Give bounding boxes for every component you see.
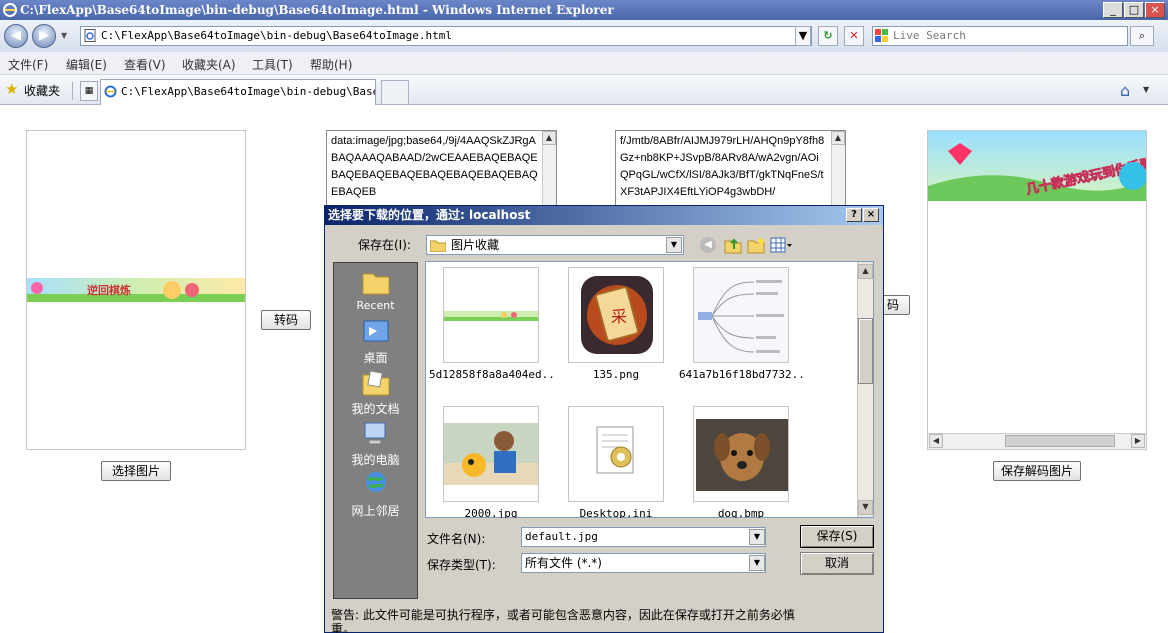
scroll-image: 采: [581, 276, 653, 354]
ie-logo-icon: [3, 3, 17, 17]
security-warning-text: 警告: 此文件可能是可执行程序，或者可能包含恶意内容，因此在保存或打开之前务必慎…: [331, 608, 795, 633]
menu-help[interactable]: 帮助(H): [310, 56, 352, 73]
dropdown-arrow-icon[interactable]: ▼: [666, 237, 682, 253]
settings-file-icon: [596, 426, 634, 474]
stop-icon[interactable]: ✕: [844, 26, 864, 46]
file-thumbnail[interactable]: [443, 406, 539, 502]
menu-bar: [0, 52, 1168, 75]
minimize-button[interactable]: _: [1103, 2, 1123, 18]
select-image-button[interactable]: 选择图片: [101, 461, 171, 481]
address-dropdown-icon[interactable]: ▼: [795, 26, 811, 46]
recent-folder-icon[interactable]: [361, 268, 391, 296]
home-icon[interactable]: ⌂: [1120, 81, 1130, 100]
file-name[interactable]: dog.bmp: [679, 507, 803, 518]
file-name[interactable]: 5d12858f8a8a404ed...: [429, 368, 553, 381]
refresh-icon[interactable]: ↻: [818, 26, 838, 46]
forward-button[interactable]: ▶: [32, 24, 56, 48]
address-field[interactable]: C:\FlexApp\Base64toImage\bin-debug\Base6…: [80, 26, 812, 46]
places-network[interactable]: 网上邻居: [333, 502, 418, 519]
home-dropdown-icon[interactable]: ▼: [1143, 85, 1149, 94]
places-desktop[interactable]: 桌面: [333, 349, 418, 366]
scroll-right-icon[interactable]: ▶: [1131, 434, 1145, 448]
places-my-documents[interactable]: 我的文档: [333, 400, 418, 417]
save-in-label: 保存在(I):: [358, 238, 411, 252]
file-name[interactable]: 2000.jpg: [429, 507, 553, 518]
dialog-close-button[interactable]: ×: [863, 208, 879, 222]
file-name[interactable]: 135.png: [554, 368, 678, 381]
divider: [72, 82, 73, 100]
new-folder-icon[interactable]: [747, 236, 765, 254]
close-window-button[interactable]: ×: [1145, 2, 1165, 18]
scroll-thumb[interactable]: [1005, 435, 1115, 447]
view-menu-icon[interactable]: [770, 237, 792, 253]
back-button[interactable]: ◀: [4, 24, 28, 48]
dialog-save-button[interactable]: 保存(S): [800, 525, 874, 548]
up-folder-icon[interactable]: [724, 236, 742, 254]
menu-favorites[interactable]: 收藏夹(A): [182, 56, 236, 73]
scroll-up-icon[interactable]: ▲: [858, 264, 873, 279]
windows-logo-icon: [875, 29, 888, 42]
search-icon[interactable]: ⌕: [1130, 26, 1154, 46]
decoded-banner-image: 几十款游戏玩到你手酸: [928, 131, 1146, 201]
window-title: C:\FlexApp\Base64toImage\bin-debug\Base6…: [0, 0, 1168, 20]
kid-image: [444, 407, 538, 501]
scroll-down-icon[interactable]: ▼: [858, 500, 873, 515]
new-tab-button[interactable]: [381, 80, 409, 104]
scroll-up-icon[interactable]: ▲: [831, 131, 845, 145]
file-thumbnail[interactable]: 采: [568, 267, 664, 363]
tab-active[interactable]: C:\FlexApp\Base64toImage\bin-debug\Base6…: [100, 79, 376, 105]
menu-edit[interactable]: 编辑(E): [66, 56, 107, 73]
dialog-title: 选择要下载的位置，通过: localhost: [325, 206, 883, 225]
scroll-up-icon[interactable]: ▲: [542, 131, 556, 145]
filetype-select[interactable]: 所有文件 (*.*): [521, 553, 766, 573]
my-computer-icon[interactable]: [361, 420, 391, 448]
dropdown-arrow-icon[interactable]: ▼: [749, 529, 765, 545]
encode-button[interactable]: 转码: [261, 310, 311, 330]
file-list-scroll-thumb[interactable]: [858, 318, 873, 384]
file-thumbnail[interactable]: [693, 406, 789, 502]
help-button[interactable]: ?: [846, 208, 862, 222]
back-nav-icon[interactable]: ◀: [700, 237, 716, 253]
svg-text:采: 采: [611, 307, 627, 326]
favorites-star-icon[interactable]: ★: [5, 82, 18, 97]
places-recent[interactable]: Recent: [333, 299, 418, 312]
save-decoded-image-button[interactable]: 保存解码图片: [993, 461, 1081, 481]
search-input[interactable]: Live Search: [872, 26, 1128, 46]
dropdown-arrow-icon[interactable]: ▼: [749, 555, 765, 571]
filetype-label: 保存类型(T):: [427, 558, 496, 572]
menu-tools[interactable]: 工具(T): [252, 56, 293, 73]
places-my-computer[interactable]: 我的电脑: [333, 451, 418, 468]
file-thumbnail[interactable]: [693, 267, 789, 363]
maximize-button[interactable]: □: [1124, 2, 1144, 18]
file-name[interactable]: Desktop.ini: [554, 507, 678, 518]
page-icon: [84, 29, 96, 42]
dog-image: [696, 419, 788, 491]
scroll-left-icon[interactable]: ◀: [929, 434, 943, 448]
desktop-icon[interactable]: [361, 319, 391, 347]
source-banner-text: 逆回棋炼: [87, 283, 131, 297]
network-places-icon[interactable]: [361, 470, 391, 498]
filename-label: 文件名(N):: [427, 532, 486, 546]
source-banner-image: 逆回棋炼: [27, 278, 245, 302]
file-thumbnail[interactable]: [568, 406, 664, 502]
menu-view[interactable]: 查看(V): [124, 56, 166, 73]
file-name[interactable]: 641a7b16f18bd7732...: [679, 368, 803, 381]
favorites-button[interactable]: 收藏夹: [24, 82, 60, 99]
banner-image: [444, 311, 538, 321]
file-thumbnail[interactable]: [443, 267, 539, 363]
quick-tabs-icon[interactable]: ▦: [80, 81, 98, 101]
filename-input[interactable]: default.jpg: [521, 527, 766, 547]
folder-icon: [430, 240, 446, 252]
my-documents-icon[interactable]: [361, 369, 391, 397]
tab-page-icon: [104, 85, 117, 98]
save-in-select[interactable]: 图片收藏: [426, 235, 684, 255]
menu-file[interactable]: 文件(F): [8, 56, 48, 73]
file-list-scrollbar[interactable]: [857, 262, 873, 517]
mindmap-image: [694, 268, 788, 362]
dialog-cancel-button[interactable]: 取消: [800, 552, 874, 575]
history-dropdown-icon[interactable]: ▼: [61, 31, 67, 40]
